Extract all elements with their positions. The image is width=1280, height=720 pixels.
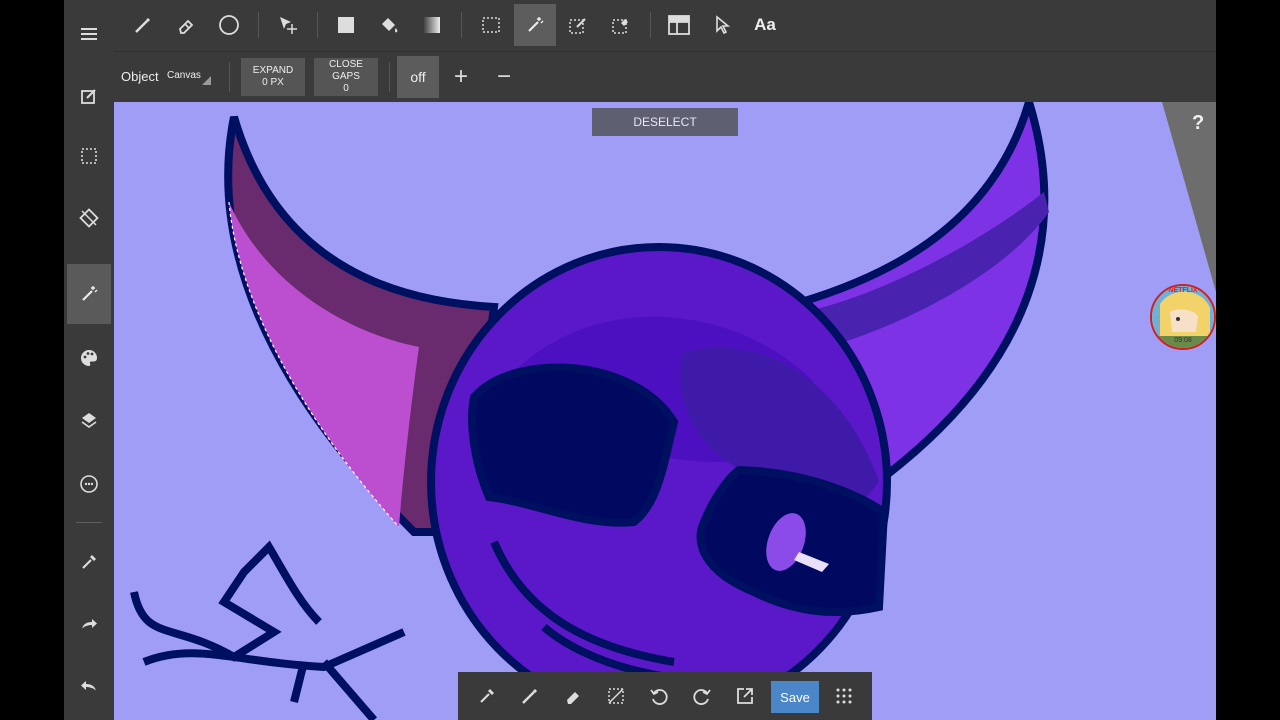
object-label: Object — [121, 69, 159, 84]
ellipse-icon[interactable] — [208, 4, 250, 46]
plus-button[interactable]: + — [446, 62, 476, 92]
select-rect-icon[interactable] — [470, 4, 512, 46]
minus-button[interactable]: − — [489, 62, 519, 92]
tool-options-bar: Object Canvas EXPAND 0 PX CLOSE GAPS 0 o… — [114, 52, 1216, 102]
bubble-brand: NETFLIX — [1168, 287, 1198, 294]
toolbar-divider — [258, 12, 259, 38]
floating-video-bubble[interactable]: NETFLIX 09:08 — [1150, 284, 1216, 350]
close-gaps-button[interactable]: CLOSE GAPS 0 — [314, 58, 378, 96]
magic-wand-icon[interactable] — [67, 264, 111, 324]
edit-icon[interactable] — [67, 66, 111, 126]
eraser-icon[interactable] — [165, 4, 207, 46]
sidebar-divider — [76, 522, 102, 523]
deselect-icon[interactable] — [597, 676, 635, 716]
export-icon[interactable] — [726, 676, 764, 716]
toolbar-divider — [317, 12, 318, 38]
drawing-canvas[interactable]: DESELECT ? — [114, 102, 1216, 720]
magic-wand-icon[interactable] — [514, 4, 556, 46]
move-icon[interactable] — [267, 4, 309, 46]
close-gaps-value: 0 — [343, 83, 349, 94]
close-gaps-label: CLOSE — [329, 59, 363, 70]
bubble-time: 09:08 — [1174, 337, 1192, 344]
top-toolbar: Aa — [114, 0, 1216, 52]
transform-icon[interactable] — [67, 188, 111, 248]
antialias-toggle[interactable]: off — [397, 56, 439, 98]
selection-icon[interactable] — [67, 126, 111, 186]
help-panel: ? — [1162, 102, 1216, 292]
rotate-left-icon[interactable] — [640, 676, 678, 716]
toolbar-divider — [650, 12, 651, 38]
close-gaps-label-2: GAPS — [332, 71, 360, 82]
redo-icon[interactable] — [67, 594, 111, 654]
app-window: Aa Object Canvas EXPAND 0 PX CLOSE GAPS … — [64, 0, 1216, 720]
gradient-icon[interactable] — [411, 4, 453, 46]
rotate-right-icon[interactable] — [683, 676, 721, 716]
options-divider — [389, 62, 390, 92]
pen-icon[interactable] — [511, 676, 549, 716]
left-sidebar — [64, 0, 114, 720]
menu-icon[interactable] — [67, 4, 111, 64]
operation-icon[interactable] — [701, 4, 743, 46]
expand-label: EXPAND — [252, 65, 294, 76]
deselect-button[interactable]: DESELECT — [592, 108, 738, 136]
select-pen-icon[interactable] — [557, 4, 599, 46]
select-eraser-icon[interactable] — [600, 4, 642, 46]
expand-button[interactable]: EXPAND 0 PX — [241, 58, 305, 96]
options-divider — [229, 62, 230, 92]
grid-menu-icon[interactable] — [825, 676, 863, 716]
rectangle-fill-icon[interactable] — [325, 4, 367, 46]
frame-divider-icon[interactable] — [658, 4, 700, 46]
palette-icon[interactable] — [67, 328, 111, 388]
smudge-icon[interactable] — [67, 454, 111, 514]
expand-value: 0 PX — [262, 77, 284, 88]
help-icon[interactable]: ? — [1192, 112, 1204, 135]
eyedropper-icon[interactable] — [67, 532, 111, 592]
select-dropdown-icon — [202, 76, 211, 85]
eraser-icon[interactable] — [554, 676, 592, 716]
save-button[interactable]: Save — [771, 681, 819, 713]
text-tool-icon[interactable]: Aa — [744, 4, 786, 46]
toolbar-divider — [461, 12, 462, 38]
undo-icon[interactable] — [67, 656, 111, 716]
bottom-bar: Save — [458, 672, 872, 720]
brush-icon[interactable] — [122, 4, 164, 46]
layers-icon[interactable] — [67, 390, 111, 450]
eyedropper-icon[interactable] — [468, 676, 506, 716]
canvas-artwork — [130, 102, 1049, 720]
fill-bucket-icon[interactable] — [368, 4, 410, 46]
